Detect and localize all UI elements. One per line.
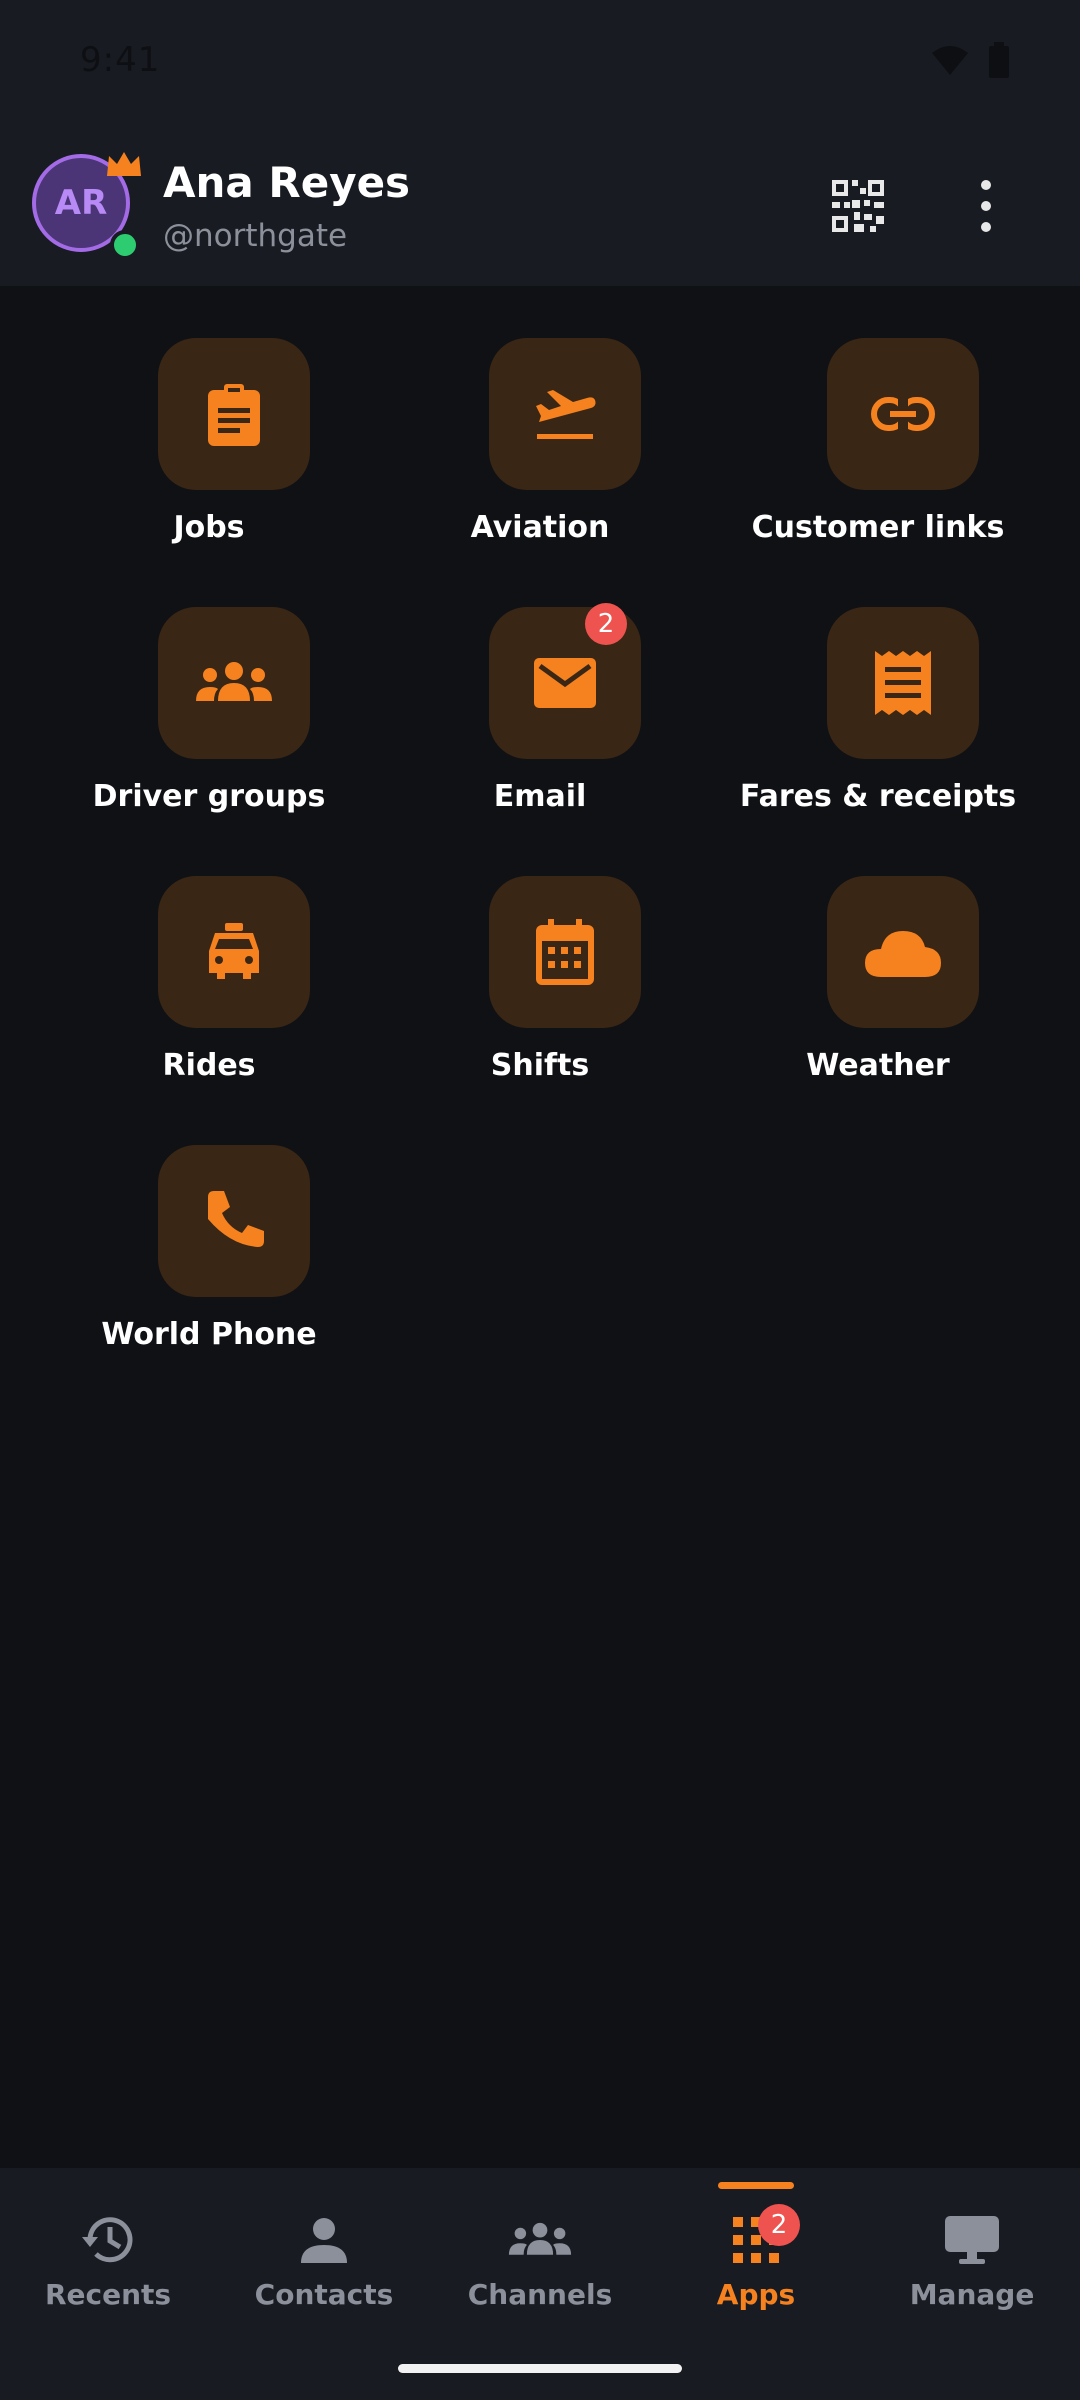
battery-icon [989, 42, 1009, 78]
app-label: Shifts [490, 1048, 590, 1083]
qr-code-icon[interactable] [832, 180, 884, 232]
status-time: 9:41 [80, 40, 161, 80]
active-tab-indicator [718, 2182, 794, 2189]
monitor-icon [945, 2216, 999, 2264]
nav-label: Recents [44, 2278, 172, 2311]
person-icon [301, 2218, 347, 2263]
apps-badge: 2 [758, 2204, 800, 2246]
receipt-icon [875, 651, 931, 715]
nav-label: Apps [716, 2278, 796, 2311]
nav-recents[interactable]: Recents [0, 2208, 216, 2328]
app-label: Rides [162, 1048, 256, 1083]
mail-icon [534, 658, 596, 708]
wifi-icon [932, 46, 968, 75]
taxi-icon [209, 923, 259, 979]
cloud-icon [865, 931, 941, 977]
plane-takeoff-icon [536, 390, 596, 439]
app-tile-rides[interactable]: Rides [40, 876, 378, 1106]
nav-apps[interactable]: 2 Apps [648, 2204, 864, 2328]
nav-manage[interactable]: Manage [864, 2208, 1080, 2328]
app-label: Fares & receipts [739, 779, 1017, 814]
online-status-dot [110, 230, 140, 260]
crown-icon [107, 152, 141, 176]
app-tile-aviation[interactable]: Aviation [371, 338, 709, 568]
app-label: World Phone [101, 1317, 317, 1352]
app-label: Weather [806, 1048, 950, 1083]
nav-label: Channels [467, 2278, 613, 2311]
profile-header: AR Ana Reyes @northgate [0, 120, 1080, 286]
more-options-icon[interactable] [968, 180, 1004, 232]
app-tile-world-phone[interactable]: World Phone [40, 1145, 378, 1375]
clipboard-icon [208, 384, 260, 446]
calendar-icon [536, 919, 594, 985]
app-tile-jobs[interactable]: Jobs [40, 338, 378, 568]
history-icon [82, 2217, 133, 2263]
profile-handle: @northgate [163, 218, 348, 254]
nav-channels[interactable]: Channels [432, 2208, 648, 2328]
link-icon [871, 396, 935, 432]
home-indicator[interactable] [398, 2364, 682, 2373]
nav-label: Contacts [254, 2278, 394, 2311]
profile-name: Ana Reyes [163, 158, 411, 207]
app-label: Email [493, 779, 587, 814]
app-tile-weather[interactable]: Weather [709, 876, 1047, 1106]
groups-icon [508, 2222, 572, 2255]
email-badge: 2 [585, 603, 627, 645]
app-tile-email[interactable]: 2 Email [371, 603, 709, 837]
app-label: Aviation [470, 510, 610, 545]
app-label: Customer links [751, 510, 1005, 545]
app-tile-fares-receipts[interactable]: Fares & receipts [709, 607, 1047, 837]
app-tile-customer-links[interactable]: Customer links [709, 338, 1047, 568]
app-tile-shifts[interactable]: Shifts [371, 876, 709, 1106]
groups-icon [196, 662, 272, 701]
status-icons [930, 42, 1010, 78]
phone-icon [208, 1191, 264, 1247]
status-bar: 9:41 [0, 0, 1080, 120]
app-label: Jobs [173, 510, 245, 545]
avatar-initials: AR [54, 183, 108, 223]
app-tile-driver-groups[interactable]: Driver groups [40, 607, 378, 837]
nav-contacts[interactable]: Contacts [216, 2208, 432, 2328]
nav-label: Manage [909, 2278, 1035, 2311]
app-label: Driver groups [92, 779, 326, 814]
